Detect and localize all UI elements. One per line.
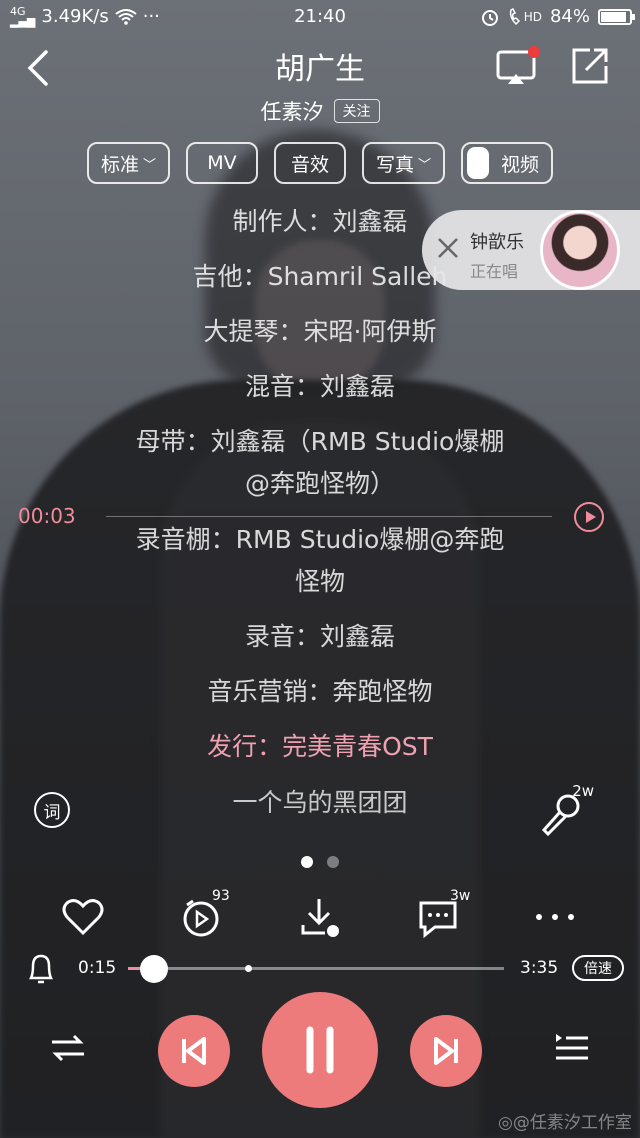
cast-screen-icon[interactable] bbox=[494, 44, 542, 88]
artist-name[interactable]: 任素汐 bbox=[261, 96, 324, 126]
avatar[interactable] bbox=[540, 210, 620, 290]
lyrics-panel[interactable]: 制作人：刘鑫磊 吉他：Shamril Salleh 大提琴：宋昭·阿伊斯 混音：… bbox=[0, 200, 640, 820]
download-icon bbox=[301, 899, 339, 937]
song-title: 胡广生 bbox=[275, 52, 365, 87]
singer-status: 正在唱 bbox=[470, 262, 519, 281]
watermark: ◎@任素汐工作室 bbox=[498, 1108, 632, 1133]
pause-icon bbox=[306, 1026, 334, 1074]
mic-count: 2w bbox=[572, 782, 594, 800]
photo-label: 写真 bbox=[375, 153, 414, 176]
singing-now-card[interactable]: 钟歆乐 正在唱 bbox=[422, 210, 640, 290]
chevron-down-icon: ﹀ bbox=[142, 157, 156, 173]
lyric-line: 混音：刘鑫磊 bbox=[244, 372, 395, 401]
page-indicator bbox=[0, 856, 640, 868]
current-time: 0:15 bbox=[78, 958, 117, 978]
toggle-knob bbox=[467, 147, 490, 179]
karaoke-mic-button[interactable]: 2w bbox=[540, 782, 596, 837]
watermark-text: @任素汐工作室 bbox=[512, 1113, 632, 1133]
quality-dropdown[interactable]: 标准 ﹀ bbox=[86, 142, 170, 184]
action-row: 93 3w bbox=[0, 888, 640, 942]
singer-name: 钟歆乐 bbox=[470, 232, 524, 253]
next-button[interactable] bbox=[410, 1015, 482, 1087]
hd-label: HD bbox=[523, 9, 542, 24]
sound-effect-label: 音效 bbox=[290, 153, 329, 176]
lyric-line: 录音：刘鑫磊 bbox=[244, 622, 395, 651]
total-time: 3:35 bbox=[520, 958, 559, 978]
alarm-icon bbox=[481, 9, 498, 26]
sound-effect-button[interactable]: 音效 bbox=[273, 142, 346, 184]
more-button[interactable] bbox=[530, 892, 580, 942]
comment-count: 3w bbox=[450, 888, 471, 904]
follow-button[interactable]: 关注 bbox=[333, 99, 380, 123]
mv-button[interactable]: MV bbox=[185, 142, 258, 184]
hd-call-icon: HD bbox=[508, 7, 542, 26]
bell-icon[interactable] bbox=[26, 952, 56, 986]
comments-button[interactable]: 3w bbox=[414, 888, 470, 942]
sleep-timer-button[interactable]: 93 bbox=[176, 888, 230, 942]
photo-dropdown[interactable]: 写真 ﹀ bbox=[361, 142, 446, 184]
mv-label: MV bbox=[207, 152, 237, 174]
chevron-down-icon: ﹀ bbox=[418, 157, 432, 173]
battery-icon bbox=[598, 8, 635, 25]
lyric-line: 录音棚：RMB Studio爆棚@奔跑 bbox=[135, 525, 505, 554]
more-icon bbox=[536, 914, 574, 920]
options-bar: 标准 ﹀ MV 音效 写真 ﹀ 视频 bbox=[0, 142, 640, 184]
progress-track[interactable] bbox=[128, 967, 504, 970]
status-bar: 4G ▂▄▆ 3.49K/s ··· 21:40 HD 84% bbox=[0, 0, 640, 36]
play-from-line-icon[interactable] bbox=[574, 502, 604, 532]
share-icon[interactable] bbox=[568, 44, 612, 88]
previous-button[interactable] bbox=[158, 1015, 230, 1087]
next-icon bbox=[434, 1037, 458, 1065]
notification-dot bbox=[528, 46, 540, 58]
scrub-line bbox=[106, 516, 552, 517]
playlist-icon[interactable] bbox=[552, 1030, 590, 1066]
battery-percent: 84% bbox=[549, 6, 590, 27]
lyric-line-active: 发行：完美青春OST bbox=[207, 732, 433, 761]
lyric-line: 大提琴：宋昭·阿伊斯 bbox=[203, 317, 437, 346]
lyric-line: 怪物 bbox=[294, 567, 345, 596]
lyric-line: 音乐营销：奔跑怪物 bbox=[207, 677, 433, 706]
download-button[interactable] bbox=[294, 892, 344, 942]
pause-button[interactable] bbox=[262, 992, 378, 1108]
previous-icon bbox=[182, 1037, 206, 1065]
like-button[interactable] bbox=[58, 892, 108, 942]
lyric-line: 一个乌的黑团团 bbox=[232, 788, 408, 817]
timer-count: 93 bbox=[212, 888, 230, 904]
close-icon[interactable] bbox=[434, 234, 462, 262]
lyric-line: @奔跑怪物） bbox=[244, 469, 395, 498]
lyric-icon[interactable]: 词 bbox=[34, 792, 70, 828]
page-dot-active[interactable] bbox=[301, 856, 313, 868]
quality-label: 标准 bbox=[100, 153, 139, 176]
heart-icon bbox=[62, 899, 104, 936]
lyric-line: 母带：刘鑫磊（RMB Studio爆棚 bbox=[135, 427, 505, 456]
speed-button[interactable]: 倍速 bbox=[572, 955, 624, 981]
lyric-icon-label: 词 bbox=[43, 802, 61, 823]
video-label: 视频 bbox=[501, 153, 540, 176]
shuffle-mode-icon[interactable] bbox=[50, 1030, 86, 1066]
video-toggle[interactable]: 视频 bbox=[461, 142, 554, 184]
artist-row: 任素汐 关注 bbox=[0, 96, 640, 126]
scrub-time: 00:03 bbox=[18, 504, 76, 528]
page-dot[interactable] bbox=[327, 856, 339, 868]
weibo-icon: ◎ bbox=[498, 1113, 513, 1133]
